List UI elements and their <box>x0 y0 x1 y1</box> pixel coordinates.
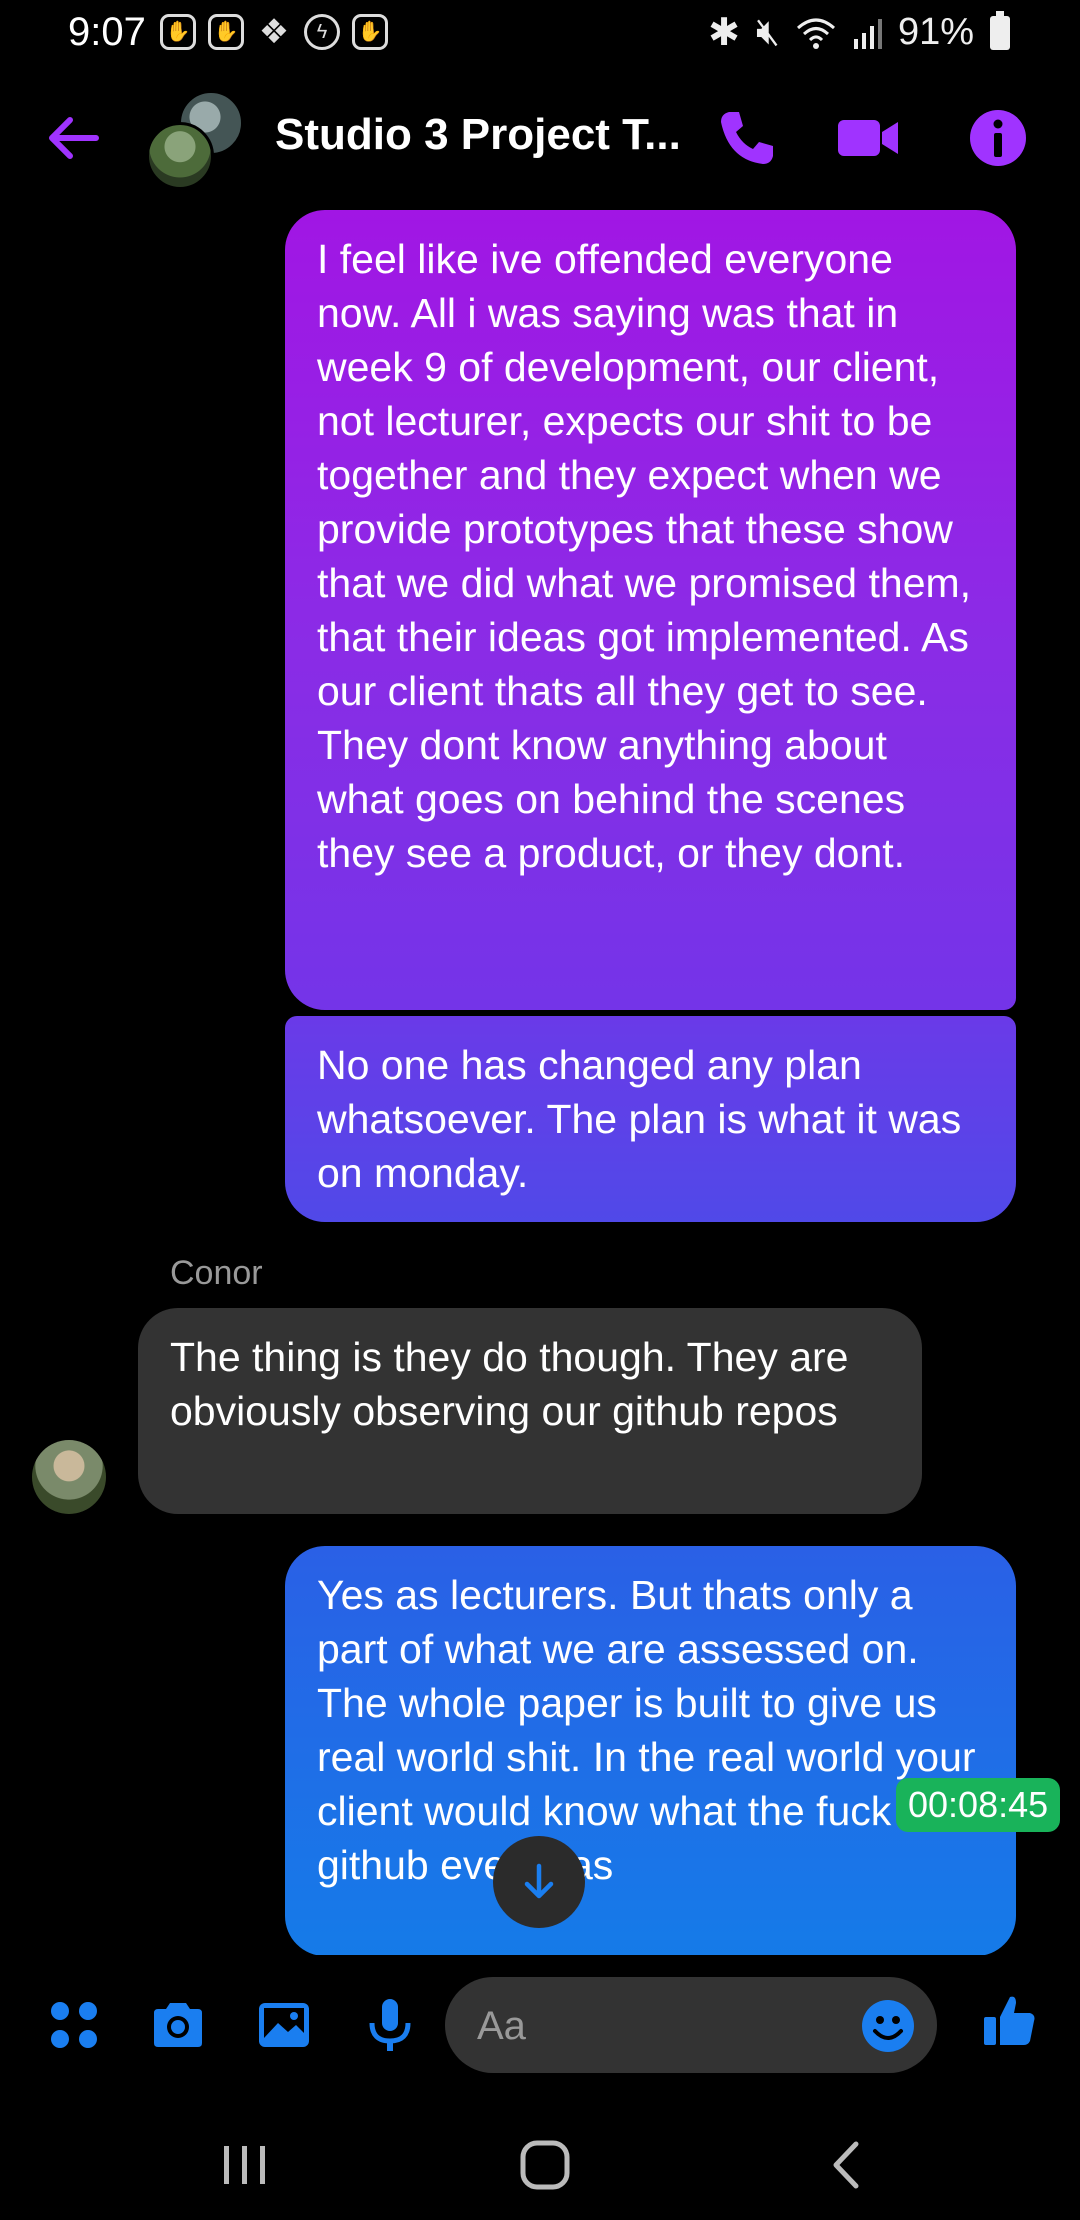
outgoing-message[interactable]: I feel like ive offended everyone now. A… <box>285 210 1016 1010</box>
bluetooth-icon: ✱ <box>708 12 740 54</box>
scroll-to-bottom-button[interactable] <box>493 1836 585 1928</box>
conversation-header: Studio 3 Project T... <box>0 80 1080 200</box>
conversation-title[interactable]: Studio 3 Project T... <box>275 110 681 160</box>
sender-name: Conor <box>170 1254 263 1292</box>
microphone-icon[interactable] <box>360 1995 420 2055</box>
binance-icon: ❖ <box>258 13 290 51</box>
system-status: ✱ 🔇︎ 91% <box>708 10 1010 55</box>
video-call-icon[interactable] <box>836 106 900 170</box>
group-avatar[interactable] <box>146 90 246 190</box>
emoji-icon[interactable] <box>861 1999 915 2053</box>
arrow-down-icon <box>524 1863 554 1899</box>
sender-avatar[interactable] <box>32 1440 106 1514</box>
status-bar: 9:07 ✋ ✋ ❖ ϟ ✋ ✱ 🔇︎ 91% <box>0 0 1080 70</box>
back-nav-icon[interactable] <box>812 2130 882 2200</box>
notification-icons: ✋ ✋ ❖ ϟ ✋ <box>160 14 388 50</box>
avatar <box>146 122 214 190</box>
phone-icon[interactable] <box>715 106 779 170</box>
hand-icon: ✋ <box>208 14 244 50</box>
battery-icon <box>990 10 1010 50</box>
like-icon[interactable] <box>980 1991 1040 2051</box>
info-icon[interactable] <box>966 106 1030 170</box>
outgoing-message[interactable]: Yes as lecturers. But thats only a part … <box>285 1546 1016 1956</box>
incoming-message[interactable]: The thing is they do though. They are ob… <box>138 1308 922 1514</box>
home-icon[interactable] <box>510 2130 580 2200</box>
messenger-icon: ϟ <box>304 14 340 50</box>
camera-icon[interactable] <box>148 1995 208 2055</box>
outgoing-message[interactable]: No one has changed any plan whatsoever. … <box>285 1016 1016 1222</box>
signal-icon <box>853 18 882 49</box>
back-arrow-icon[interactable] <box>44 108 104 168</box>
hand-icon: ✋ <box>352 14 388 50</box>
mute-icon: 🔇︎ <box>755 11 780 53</box>
recording-timestamp: 00:08:45 <box>896 1778 1061 1832</box>
status-time: 9:07 <box>68 10 146 54</box>
gallery-icon[interactable] <box>254 1995 314 2055</box>
battery-percent: 91% <box>897 11 974 53</box>
wifi-icon <box>796 18 835 49</box>
recent-apps-icon[interactable] <box>210 2130 280 2200</box>
message-composer <box>0 1955 1080 2095</box>
menu-grid-icon[interactable] <box>44 1995 104 2055</box>
hand-icon: ✋ <box>160 14 196 50</box>
message-input-box[interactable] <box>445 1977 937 2073</box>
message-input[interactable] <box>475 1997 829 2055</box>
system-navigation-bar <box>0 2110 1080 2220</box>
